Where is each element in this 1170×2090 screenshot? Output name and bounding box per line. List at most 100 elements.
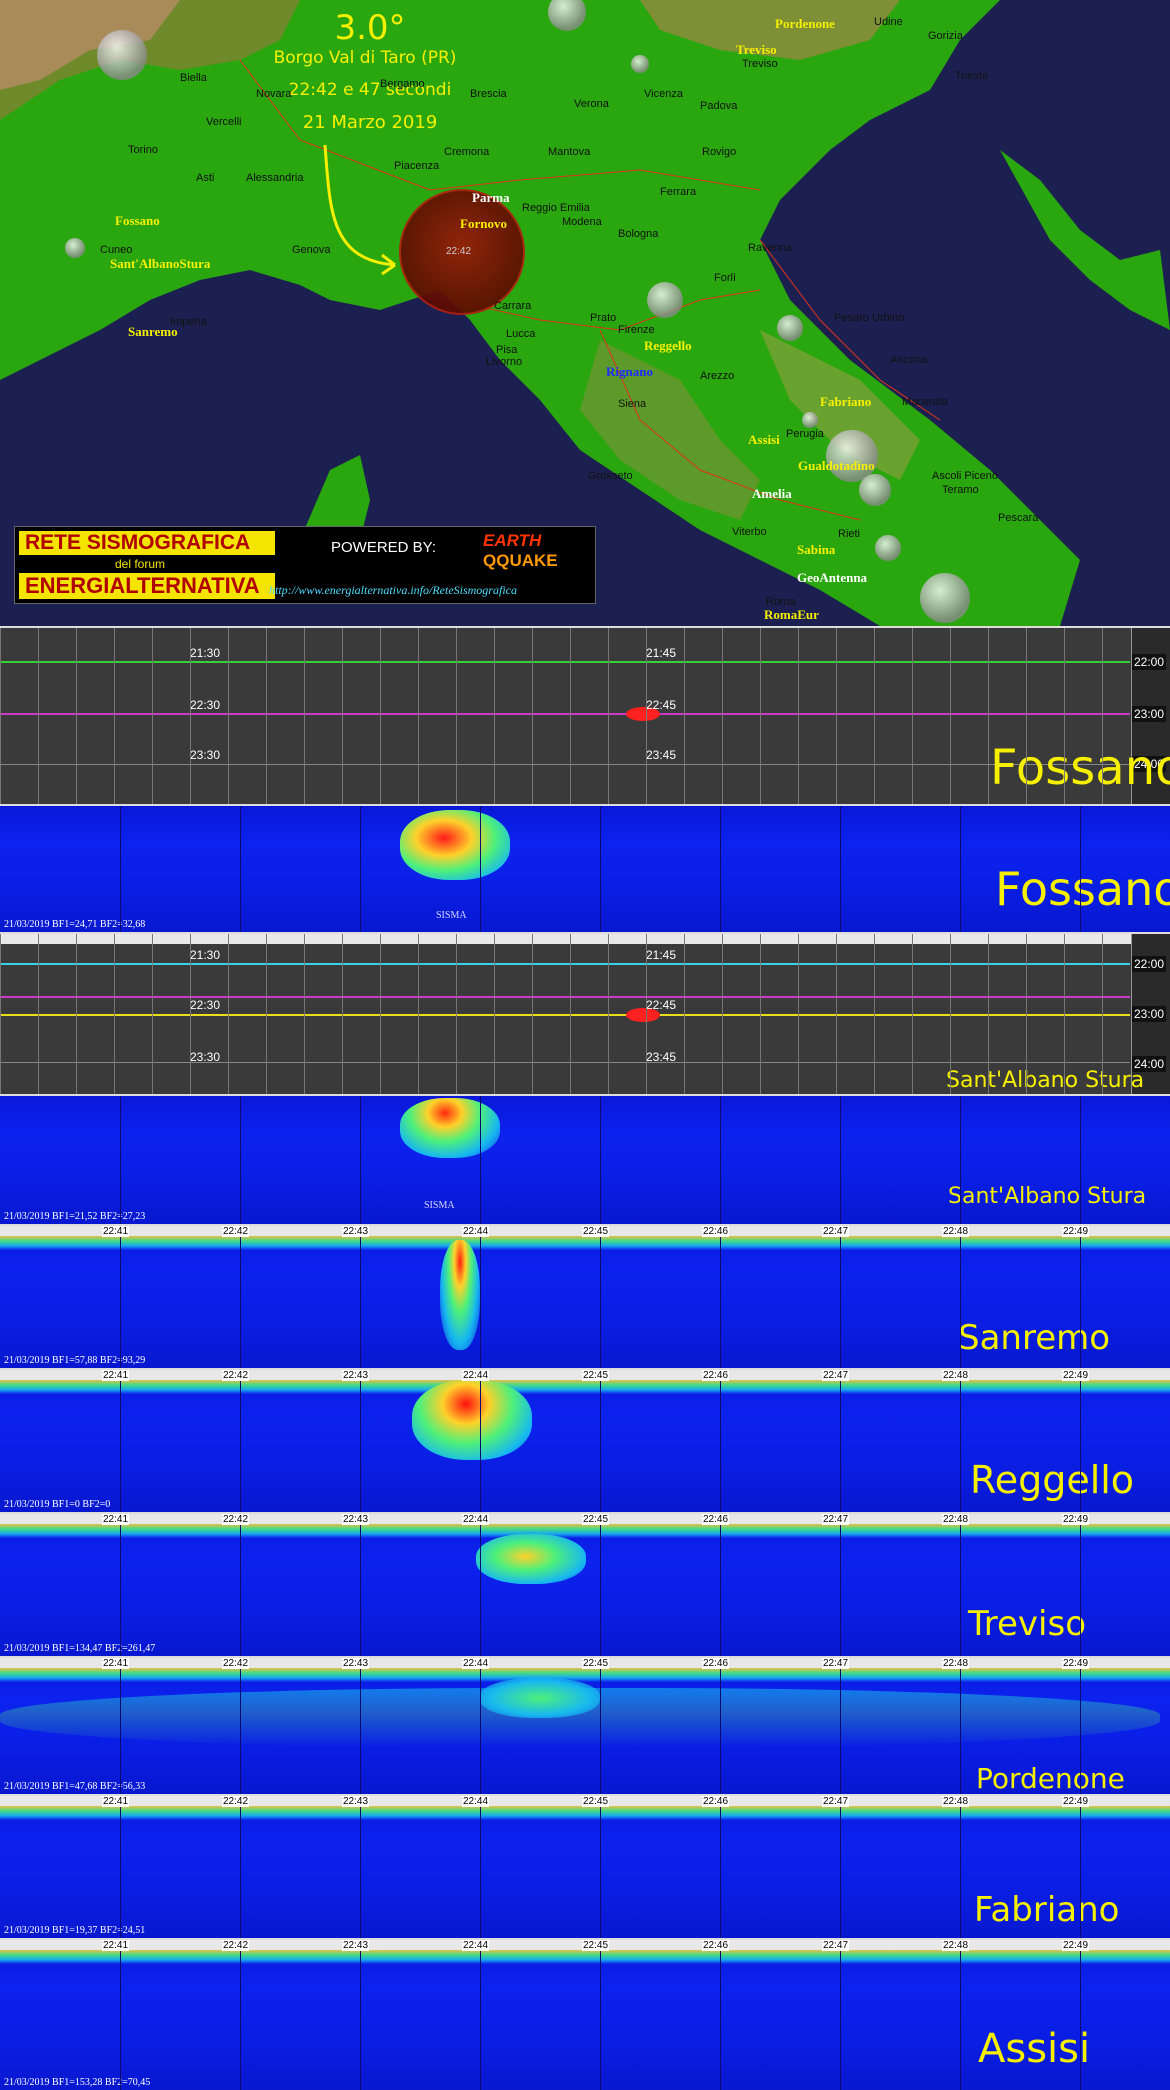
spectrogram-fossano: SISMA Fossano 21/03/2019 BF1=24,71 BF2=3… <box>0 804 1170 932</box>
city-label: Alessandria <box>246 172 304 184</box>
time-label: 21:45 <box>646 646 677 660</box>
minute-line <box>960 1226 961 1368</box>
grid-line <box>228 934 229 1094</box>
time-tick: 22:48 <box>942 1658 970 1669</box>
minute-line <box>240 1940 241 2090</box>
minute-line <box>600 1940 601 2090</box>
minute-line <box>240 1096 241 1224</box>
city-label: Roma <box>766 596 796 608</box>
city-label: Cremona <box>444 146 490 158</box>
grid-line <box>152 628 153 804</box>
time-tick: 22:43 <box>342 1226 370 1237</box>
time-tick: 22:43 <box>342 1658 370 1669</box>
time-tick: 22:47 <box>822 1940 850 1951</box>
grid-line <box>418 934 419 1094</box>
sisma-label: SISMA <box>436 910 467 921</box>
grid-line <box>760 628 761 804</box>
city-label: Pisa <box>496 344 518 356</box>
time-label: 23:00 <box>1131 706 1166 722</box>
time-label: 23:00 <box>1131 1006 1166 1022</box>
grid-line <box>456 934 457 1094</box>
spectrogram-reggello: Reggello 21/03/2019 BF1=0 BF2=0 22:41 22:… <box>0 1368 1170 1512</box>
time-tick: 22:46 <box>702 1796 730 1807</box>
minute-line <box>480 1370 481 1512</box>
station-treviso: Treviso <box>736 42 777 57</box>
grid-line <box>418 628 419 804</box>
grid-line <box>608 628 609 804</box>
grid-line <box>912 628 913 804</box>
network-url[interactable]: http://www.energialternativa.info/ReteSi… <box>269 583 517 598</box>
time-tick: 22:49 <box>1062 1658 1090 1669</box>
minute-line <box>120 806 121 932</box>
minute-line <box>360 1370 361 1512</box>
minute-line <box>120 1940 121 2090</box>
city-label: Viterbo <box>732 526 767 538</box>
minute-line <box>120 1796 121 1938</box>
epicenter-time-label: 22:42 <box>446 246 472 257</box>
minute-line <box>1080 1096 1081 1224</box>
grid-line <box>1102 934 1103 1094</box>
time-tick: 22:45 <box>582 1226 610 1237</box>
grid-line <box>836 934 837 1094</box>
time-tick: 22:46 <box>702 1226 730 1237</box>
city-label: Piacenza <box>394 160 440 172</box>
minute-line <box>720 1940 721 2090</box>
time-tick: 22:48 <box>942 1514 970 1525</box>
helicorder-fossano: 21:30 22:30 23:30 21:45 22:45 23:45 22:0… <box>0 626 1170 804</box>
station-name: Treviso <box>968 1604 1087 1644</box>
city-label: Verona <box>574 98 609 110</box>
city-label: Teramo <box>942 484 979 496</box>
minute-line <box>120 1514 121 1656</box>
time-tick: 22:47 <box>822 1514 850 1525</box>
city-label: Biella <box>180 72 207 84</box>
minute-line <box>960 1658 961 1794</box>
city-label: Arezzo <box>700 370 735 382</box>
minute-line <box>720 806 721 932</box>
city-label: Ravenna <box>748 242 793 254</box>
time-tick: 22:44 <box>462 1226 490 1237</box>
grid-line <box>760 934 761 1094</box>
grid-line <box>342 628 343 804</box>
grid-line <box>494 628 495 804</box>
logo-line2: del forum <box>115 557 166 571</box>
grid-line <box>1026 628 1027 804</box>
minute-line <box>240 806 241 932</box>
time-label: 21:30 <box>190 646 221 660</box>
powered-by-label: POWERED BY: <box>331 539 437 556</box>
minute-line <box>720 1658 721 1794</box>
grid-line <box>114 934 115 1094</box>
grid-line <box>684 934 685 1094</box>
city-label: Vicenza <box>644 88 683 100</box>
city-label: Ferrara <box>660 186 697 198</box>
minute-line <box>240 1796 241 1938</box>
minute-line <box>600 1514 601 1656</box>
grid-line <box>646 934 647 1094</box>
grid-line <box>1102 628 1103 804</box>
spectrogram-fabriano: Fabriano 21/03/2019 BF1=19,37 BF2=24,51 … <box>0 1794 1170 1938</box>
city-label: Macerata <box>902 396 948 408</box>
time-tick: 22:46 <box>702 1514 730 1525</box>
minute-line <box>120 1096 121 1224</box>
band-frequency-info: 21/03/2019 BF1=21,52 BF2=27,23 <box>4 1211 146 1222</box>
station-assisi: Assisi <box>748 432 780 447</box>
time-tick: 22:42 <box>222 1226 250 1237</box>
minute-line <box>720 1370 721 1512</box>
grid-line <box>570 628 571 804</box>
time-tick: 22:42 <box>222 1940 250 1951</box>
time-label: 23:30 <box>190 1050 221 1064</box>
city-label: Cuneo <box>100 244 133 256</box>
grid-line <box>874 934 875 1094</box>
grid-line <box>380 628 381 804</box>
minute-line <box>720 1796 721 1938</box>
grid-line <box>76 628 77 804</box>
minute-line <box>360 1796 361 1938</box>
time-tick: 22:43 <box>342 1796 370 1807</box>
time-tick: 22:49 <box>1062 1226 1090 1237</box>
time-tick: 22:42 <box>222 1796 250 1807</box>
minute-line <box>600 1226 601 1368</box>
station-fornovo: Fornovo <box>460 216 507 231</box>
minute-line <box>1080 1796 1081 1938</box>
station-name: Sant'Albano Stura <box>946 1068 1145 1093</box>
grid-line <box>874 628 875 804</box>
time-label: 21:30 <box>190 948 221 962</box>
